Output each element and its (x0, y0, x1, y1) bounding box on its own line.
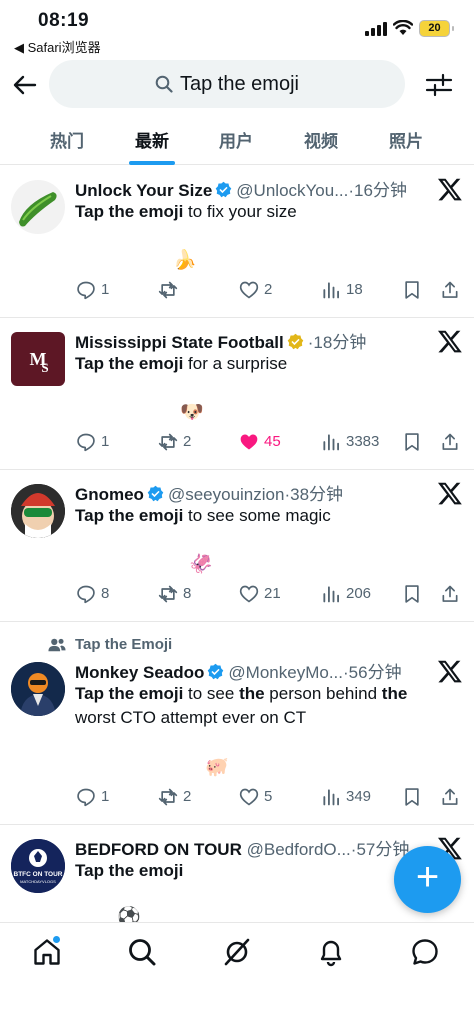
explore-icon[interactable] (127, 937, 157, 967)
avatar[interactable] (11, 662, 65, 716)
views-icon (323, 434, 339, 451)
retweet-icon (158, 585, 178, 603)
tab-top[interactable]: 热门 (37, 127, 97, 152)
tweet[interactable]: MS Mississippi State Football ·18分钟 Tap t… (0, 318, 474, 470)
share-icon (442, 585, 458, 602)
plus-icon: + (415, 855, 440, 899)
views-icon (323, 789, 339, 806)
tweet[interactable]: Tap the Emoji Monkey Seadoo @MonkeyMo...·… (0, 622, 474, 825)
author-name[interactable]: BEDFORD ON TOUR (75, 840, 242, 859)
search-input[interactable]: Tap the emoji (49, 60, 405, 108)
emoji-button[interactable]: 🐶 (180, 400, 204, 424)
reply-icon (77, 788, 95, 807)
x-logo-icon[interactable] (437, 328, 463, 354)
reply-icon (77, 281, 95, 300)
search-tabs: 热门 最新 用户 视频 照片 (0, 118, 474, 165)
tab-latest[interactable]: 最新 (122, 127, 182, 152)
svg-text:S: S (41, 360, 48, 375)
emoji-button[interactable]: ⚽ (117, 905, 141, 922)
verified-badge-icon (287, 333, 304, 350)
avatar[interactable]: BTFC ON TOUR MATCHDAYVLOGS (11, 839, 65, 893)
like-icon (239, 788, 259, 806)
search-query: Tap the emoji (180, 73, 299, 95)
author-name[interactable]: Gnomeo (75, 485, 144, 504)
wifi-icon (393, 20, 413, 35)
bottom-navigation (0, 922, 474, 1024)
author-handle[interactable]: @UnlockYou... (236, 181, 348, 200)
verified-badge-icon (208, 663, 224, 680)
avatar[interactable] (11, 180, 65, 234)
tab-people[interactable]: 用户 (206, 127, 266, 152)
messages-icon[interactable] (410, 937, 440, 967)
bookmark-icon (405, 585, 419, 603)
share-icon (442, 281, 458, 298)
emoji-button[interactable]: 🐖 (205, 755, 229, 779)
like-icon (240, 434, 258, 450)
tweet[interactable]: Gnomeo @seeyouinzion·38分钟 Tap the emoji t… (0, 470, 474, 622)
x-logo-icon[interactable] (437, 480, 463, 506)
avatar-text: BTFC ON TOUR (14, 871, 63, 878)
community-icon (48, 638, 66, 652)
like-icon (239, 585, 259, 603)
bookmark-icon (405, 788, 419, 806)
tweet-time: ·38分钟 (284, 485, 344, 504)
avatar-subtext: MATCHDAYVLOGS (20, 879, 56, 884)
bookmark-icon (405, 433, 419, 451)
tweet-text: Tap the emoji to see the person behind t… (75, 684, 408, 727)
author-name[interactable]: Unlock Your Size (75, 181, 212, 200)
author-handle[interactable]: @seeyouinzion (168, 485, 285, 504)
tab-photos[interactable]: 照片 (376, 127, 436, 152)
retweet-icon (158, 433, 178, 451)
tweet-text: Tap the emoji for a surprise (75, 354, 288, 373)
bookmark-icon (405, 281, 419, 299)
status-time: 08:19 (38, 10, 90, 31)
avatar[interactable]: MS (11, 332, 65, 386)
notifications-icon[interactable] (316, 937, 346, 967)
views-icon (323, 586, 339, 603)
like-icon (239, 281, 259, 299)
status-bar: 08:19 ◀ Safari浏览器 20 (0, 0, 474, 56)
grok-icon[interactable] (222, 937, 252, 967)
x-logo-icon[interactable] (437, 658, 463, 684)
reply-icon (77, 433, 95, 452)
retweet-icon (158, 788, 178, 806)
author-name[interactable]: Monkey Seadoo (75, 663, 204, 682)
tweet[interactable]: Unlock Your Size @UnlockYou...·16分钟 Tap t… (0, 166, 474, 318)
verified-badge-icon (216, 181, 232, 198)
tweet-text: Tap the emoji (75, 861, 184, 880)
tweet-time: ·18分钟 (307, 333, 367, 352)
tweet-time: ·16分钟 (348, 181, 407, 200)
author-name[interactable]: Mississippi State Football (75, 333, 284, 352)
views-icon (323, 282, 339, 299)
cellular-signal-icon (365, 22, 387, 36)
author-handle[interactable]: @BedfordO... (247, 840, 351, 859)
filter-icon[interactable] (424, 70, 454, 100)
tweet-time: ·56分钟 (343, 663, 402, 682)
compose-post-button[interactable]: + (394, 846, 461, 913)
reply-icon (77, 585, 95, 604)
active-tab-indicator (129, 161, 175, 165)
search-icon (155, 75, 173, 93)
tweet-text: Tap the emoji to see some magic (75, 506, 331, 525)
tab-media[interactable]: 视频 (291, 127, 351, 152)
back-to-safari-link[interactable]: ◀ Safari浏览器 (14, 37, 101, 56)
emoji-button[interactable]: 🍌 (173, 248, 197, 272)
home-notification-dot (53, 936, 60, 943)
retweet-icon (158, 281, 178, 299)
tweet-text: Tap the emoji to fix your size (75, 202, 297, 221)
avatar[interactable] (11, 484, 65, 538)
share-icon (442, 433, 458, 450)
back-arrow-icon[interactable] (10, 70, 40, 100)
emoji-button[interactable]: 🦑 (189, 552, 213, 576)
share-icon (442, 788, 458, 805)
author-handle[interactable]: @MonkeyMo... (228, 663, 343, 682)
x-logo-icon[interactable] (437, 176, 463, 202)
verified-badge-icon (147, 485, 164, 502)
battery-icon: 20 (419, 20, 454, 37)
